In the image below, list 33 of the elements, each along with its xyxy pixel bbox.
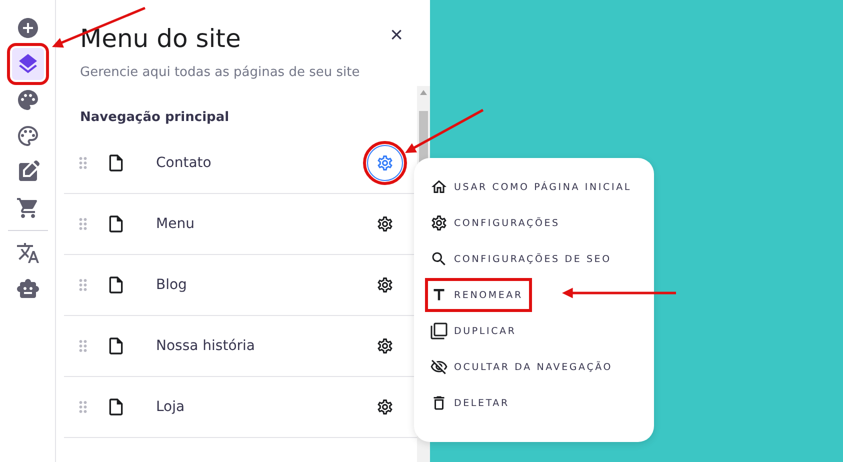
menu-item[interactable]: DELETAR <box>428 389 516 417</box>
page-name: Nossa história <box>156 338 256 354</box>
settings-icon <box>376 337 394 355</box>
rail-button[interactable] <box>12 48 44 80</box>
menu-item[interactable]: DUPLICAR <box>428 317 522 345</box>
menu-item[interactable]: CONFIGURAÇÕES <box>428 209 566 237</box>
settings-icon <box>376 398 394 416</box>
page-name: Loja <box>156 399 186 415</box>
settings-icon <box>430 214 448 232</box>
robot-icon <box>16 277 40 301</box>
panel-title: Menu do site <box>80 24 241 53</box>
eye-off-icon <box>430 358 448 376</box>
copy-icon <box>430 322 448 340</box>
menu-item[interactable]: OCULTAR DA NAVEGAÇÃO <box>428 353 619 381</box>
menu-item[interactable]: CONFIGURAÇÕES DE SEO <box>428 245 618 273</box>
translate-icon <box>16 241 40 265</box>
cart-icon <box>16 196 40 220</box>
settings-icon <box>376 276 394 294</box>
page-name: Blog <box>156 277 188 293</box>
close-button[interactable]: × <box>390 24 403 46</box>
add-icon <box>16 16 40 40</box>
page-name: Contato <box>156 155 212 171</box>
page-name: Menu <box>156 216 196 232</box>
palette-outline-icon <box>16 124 40 148</box>
palette-icon <box>16 88 40 112</box>
home-icon <box>430 178 448 196</box>
search-icon <box>430 250 448 268</box>
settings-icon <box>376 215 394 233</box>
settings-icon <box>376 154 394 172</box>
section-heading: Navegação principal <box>80 110 230 125</box>
menu-item[interactable]: USAR COMO PÁGINA INICIAL <box>428 173 638 201</box>
menu-item[interactable]: RENOMEAR <box>428 281 529 309</box>
panel-subtitle: Gerencie aqui todas as páginas de seu site <box>80 65 361 80</box>
